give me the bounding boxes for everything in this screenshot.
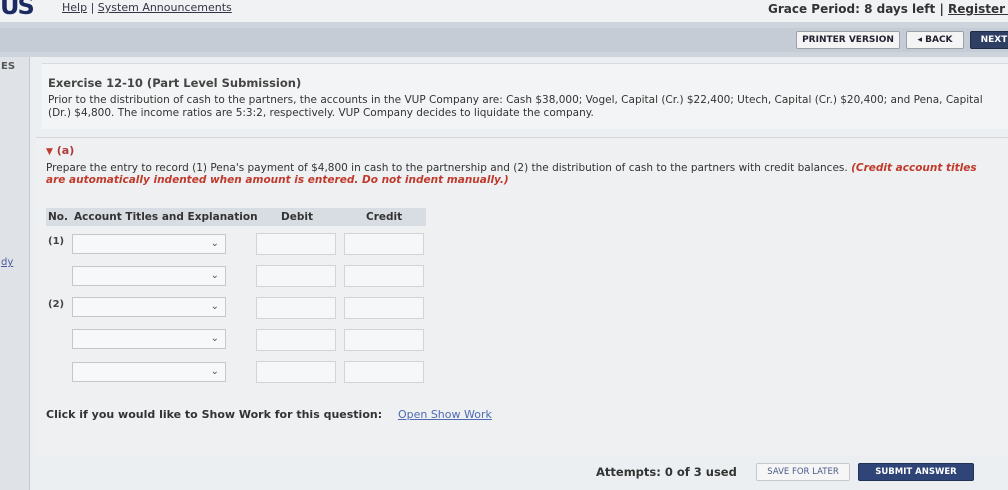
triangle-down-icon: ▼	[46, 147, 53, 157]
debit-input-2[interactable]	[256, 265, 336, 287]
top-links: Help | System Announcements	[62, 1, 232, 14]
chevron-down-icon: ⌄	[210, 238, 219, 249]
grace-period-text: Grace Period: 8 days left	[768, 2, 936, 16]
sidebar: ES dy	[0, 57, 30, 490]
back-button[interactable]: ◂ BACK	[906, 31, 964, 49]
debit-input-4[interactable]	[256, 329, 336, 351]
open-show-work-link[interactable]: Open Show Work	[398, 408, 492, 421]
credit-input-4[interactable]	[344, 329, 424, 351]
link-separator: |	[90, 1, 95, 14]
debit-input-5[interactable]	[256, 361, 336, 383]
chevron-down-icon: ⌄	[210, 301, 219, 312]
account-select-5[interactable]: ⌄	[72, 362, 226, 382]
sidebar-link[interactable]: dy	[1, 257, 13, 268]
part-prompt: Prepare the entry to record (1) Pena's p…	[46, 162, 996, 186]
chevron-down-icon: ⌄	[210, 333, 219, 344]
credit-input-5[interactable]	[344, 361, 424, 383]
grace-period-area: Grace Period: 8 days left | Register N	[768, 2, 1008, 16]
save-for-later-button[interactable]: SAVE FOR LATER	[756, 463, 850, 481]
header-no: No.	[48, 211, 68, 223]
account-select-3[interactable]: ⌄	[72, 297, 226, 317]
part-a-toggle[interactable]: ▼ (a)	[46, 144, 74, 157]
entry-number-1: (1)	[48, 236, 65, 247]
help-link[interactable]: Help	[62, 1, 87, 14]
system-announcements-link[interactable]: System Announcements	[98, 1, 232, 14]
part-label: (a)	[56, 144, 75, 157]
show-work-row: Click if you would like to Show Work for…	[46, 408, 492, 421]
account-select-1[interactable]: ⌄	[72, 234, 226, 254]
exercise-text: Prior to the distribution of cash to the…	[48, 94, 983, 119]
credit-input-2[interactable]	[344, 265, 424, 287]
journal-header: No. Account Titles and Explanation Debit…	[46, 208, 426, 226]
credit-input-1[interactable]	[344, 233, 424, 255]
logo: US	[0, 0, 35, 20]
credit-input-3[interactable]	[344, 297, 424, 319]
main-content: Exercise 12-10 (Part Level Submission) P…	[30, 57, 1008, 490]
account-select-2[interactable]: ⌄	[72, 266, 226, 286]
grace-separator: |	[939, 2, 944, 16]
header-debit: Debit	[281, 211, 313, 223]
part-a-panel: ▼ (a) Prepare the entry to record (1) Pe…	[36, 137, 1008, 455]
register-link[interactable]: Register N	[948, 2, 1008, 16]
chevron-down-icon: ⌄	[210, 270, 219, 281]
header-account: Account Titles and Explanation	[74, 211, 258, 223]
submit-answer-button[interactable]: SUBMIT ANSWER	[858, 463, 974, 481]
attempts-counter: Attempts: 0 of 3 used	[596, 465, 737, 479]
header-credit: Credit	[366, 211, 403, 223]
show-work-label: Click if you would like to Show Work for…	[46, 408, 383, 421]
top-bar: US Help | System Announcements Grace Per…	[0, 0, 1008, 22]
exercise-panel: Exercise 12-10 (Part Level Submission) P…	[42, 63, 1008, 129]
prompt-text: Prepare the entry to record (1) Pena's p…	[46, 162, 848, 174]
account-select-4[interactable]: ⌄	[72, 329, 226, 349]
debit-input-1[interactable]	[256, 233, 336, 255]
debit-input-3[interactable]	[256, 297, 336, 319]
entry-number-3: (2)	[48, 299, 65, 310]
chevron-down-icon: ⌄	[210, 366, 219, 377]
printer-version-button[interactable]: PRINTER VERSION	[796, 31, 900, 49]
exercise-title: Exercise 12-10 (Part Level Submission)	[48, 76, 302, 90]
sidebar-heading: ES	[1, 61, 16, 72]
next-button[interactable]: NEXT	[970, 31, 1008, 49]
